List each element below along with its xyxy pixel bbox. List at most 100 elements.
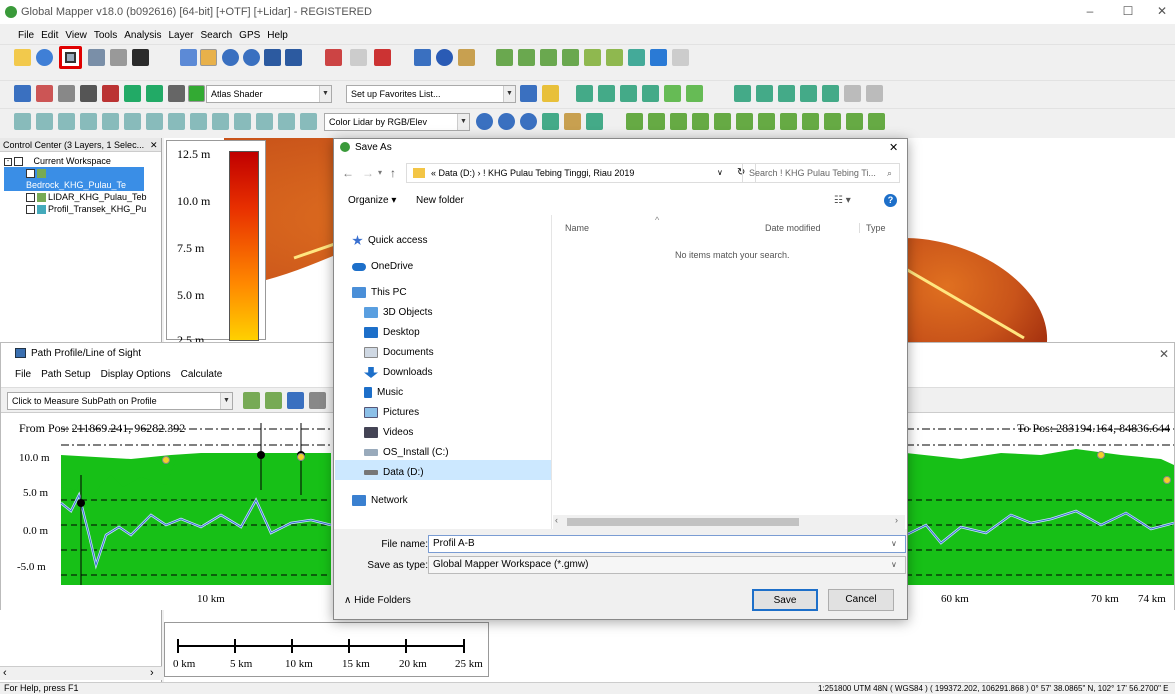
favorite-star-icon[interactable] [542,85,559,102]
file-list[interactable]: Name ^ Date modified Type No items match… [553,215,907,515]
profile-mode-select[interactable]: Click to Measure SubPath on Profile ▼ [7,392,233,410]
maximize-button[interactable]: ☐ [1118,4,1138,18]
profile-tool-2-icon[interactable] [265,392,282,409]
back-icon[interactable] [264,49,281,66]
vector-7-icon[interactable] [734,85,751,102]
tool-2-icon[interactable] [36,85,53,102]
terrain-3-icon[interactable] [540,49,557,66]
terrain-2-icon[interactable] [518,49,535,66]
info-icon[interactable] [436,49,453,66]
nav-onedrive[interactable]: OneDrive [352,261,413,272]
layer-icon[interactable] [650,49,667,66]
control-center-scrollbar[interactable]: ‹ › [0,666,162,680]
lidar-5-icon[interactable] [102,113,119,130]
tool-3-icon[interactable] [58,85,75,102]
menu-analysis[interactable]: Analysis [124,30,161,41]
tool-4-icon[interactable] [80,85,97,102]
menu-view[interactable]: View [65,30,87,41]
menu-edit[interactable]: Edit [41,30,58,41]
vector-1-icon[interactable] [576,85,593,102]
lidar-6-icon[interactable] [124,113,141,130]
nav-quick-access[interactable]: Quick access [352,235,427,246]
lidar-filter-icon[interactable] [542,113,559,130]
close-button[interactable]: ✕ [1152,4,1172,18]
terrain-6-icon[interactable] [606,49,623,66]
vector-10-icon[interactable] [800,85,817,102]
nav-os-install[interactable]: OS_Install (C:) [364,447,449,458]
delete-icon[interactable] [374,49,391,66]
menu-help[interactable]: Help [267,30,288,41]
lidar-class-2-icon[interactable] [648,113,665,130]
nav-network[interactable]: Network [352,495,408,506]
workspace-root[interactable]: - Current Workspace [4,155,161,167]
zoom-in-icon[interactable] [222,49,239,66]
nav-documents[interactable]: Documents [364,347,434,358]
layer-checkbox[interactable] [26,193,35,203]
lidar-3-icon[interactable] [58,113,75,130]
lidar-check-icon[interactable] [586,113,603,130]
lidar-1-icon[interactable] [14,113,31,130]
nav-desktop[interactable]: Desktop [364,327,420,338]
digitizer-icon[interactable] [180,49,197,66]
menu-layer[interactable]: Layer [168,30,193,41]
lidar-class-12-icon[interactable] [868,113,885,130]
profile-tool-3-icon[interactable] [287,392,304,409]
profile-settings-icon[interactable] [309,392,326,409]
lidar-class-5-icon[interactable] [714,113,731,130]
tool-6-icon[interactable] [124,85,141,102]
tool-7-icon[interactable] [146,85,163,102]
nav-this-pc[interactable]: This PC [352,287,407,298]
new-workspace-icon[interactable] [14,49,31,66]
scroll-left-icon[interactable]: ‹ [555,515,558,525]
lidar-class-1-icon[interactable] [626,113,643,130]
save-type-dropdown-icon[interactable]: ∨ [891,557,897,573]
profile-close-button[interactable]: ✕ [1159,347,1169,361]
view-options-icon[interactable]: ☷ ▾ [834,195,851,206]
lidar-gear-3-icon[interactable] [520,113,537,130]
control-center-close-icon[interactable]: ✕ [150,138,158,152]
scroll-left-icon[interactable]: ‹ [3,667,7,679]
grid-icon[interactable] [14,85,31,102]
column-type[interactable]: Type [859,223,886,233]
dialog-close-button[interactable]: ✕ [889,141,898,154]
menu-search[interactable]: Search [200,30,232,41]
save-button[interactable]: Save [752,589,818,611]
profile-tool-1-icon[interactable] [243,392,260,409]
layer-item-bedrock[interactable]: Bedrock_KHG_Pulau_Te [4,167,144,191]
up-arrow-icon[interactable]: ↑ [390,166,396,180]
scroll-thumb[interactable] [567,518,799,526]
lidar-class-8-icon[interactable] [780,113,797,130]
lidar-gear-1-icon[interactable] [476,113,493,130]
profile-menu-file[interactable]: File [15,369,31,380]
file-name-input[interactable]: Profil A-B ∨ [428,535,906,553]
tower-icon[interactable] [628,49,645,66]
nav-data-d[interactable]: Data (D:) [364,467,424,478]
nav-videos[interactable]: Videos [364,427,413,438]
vector-3-icon[interactable] [620,85,637,102]
profile-menu-calculate[interactable]: Calculate [181,369,223,380]
forward-arrow-icon[interactable]: → [362,166,374,180]
lidar-class-3-icon[interactable] [670,113,687,130]
vector-4-icon[interactable] [642,85,659,102]
layer-item-lidar[interactable]: LIDAR_KHG_Pulau_Teb [4,191,161,203]
cancel-button[interactable]: Cancel [828,589,894,611]
export-icon[interactable] [88,49,105,66]
layer-checkbox[interactable] [26,205,35,215]
file-name-dropdown-icon[interactable]: ∨ [891,536,897,552]
nav-downloads[interactable]: Downloads [364,367,432,378]
search-box[interactable]: Search ! KHG Pulau Tebing Ti... ⌕ [742,163,900,183]
nav-3d-objects[interactable]: 3D Objects [364,307,432,318]
lidar-class-6-icon[interactable] [736,113,753,130]
lidar-class-9-icon[interactable] [802,113,819,130]
lidar-gear-2-icon[interactable] [498,113,515,130]
scroll-right-icon[interactable]: › [150,667,154,679]
lidar-12-icon[interactable] [256,113,273,130]
collapse-icon[interactable]: - [4,157,12,166]
vector-6-icon[interactable] [686,85,703,102]
new-folder-button[interactable]: New folder [416,195,464,206]
lidar-8-icon[interactable] [168,113,185,130]
select-icon[interactable] [350,49,367,66]
shader-icon[interactable] [188,85,205,102]
minimize-button[interactable]: – [1080,4,1100,18]
help-icon[interactable]: ? [884,194,897,207]
